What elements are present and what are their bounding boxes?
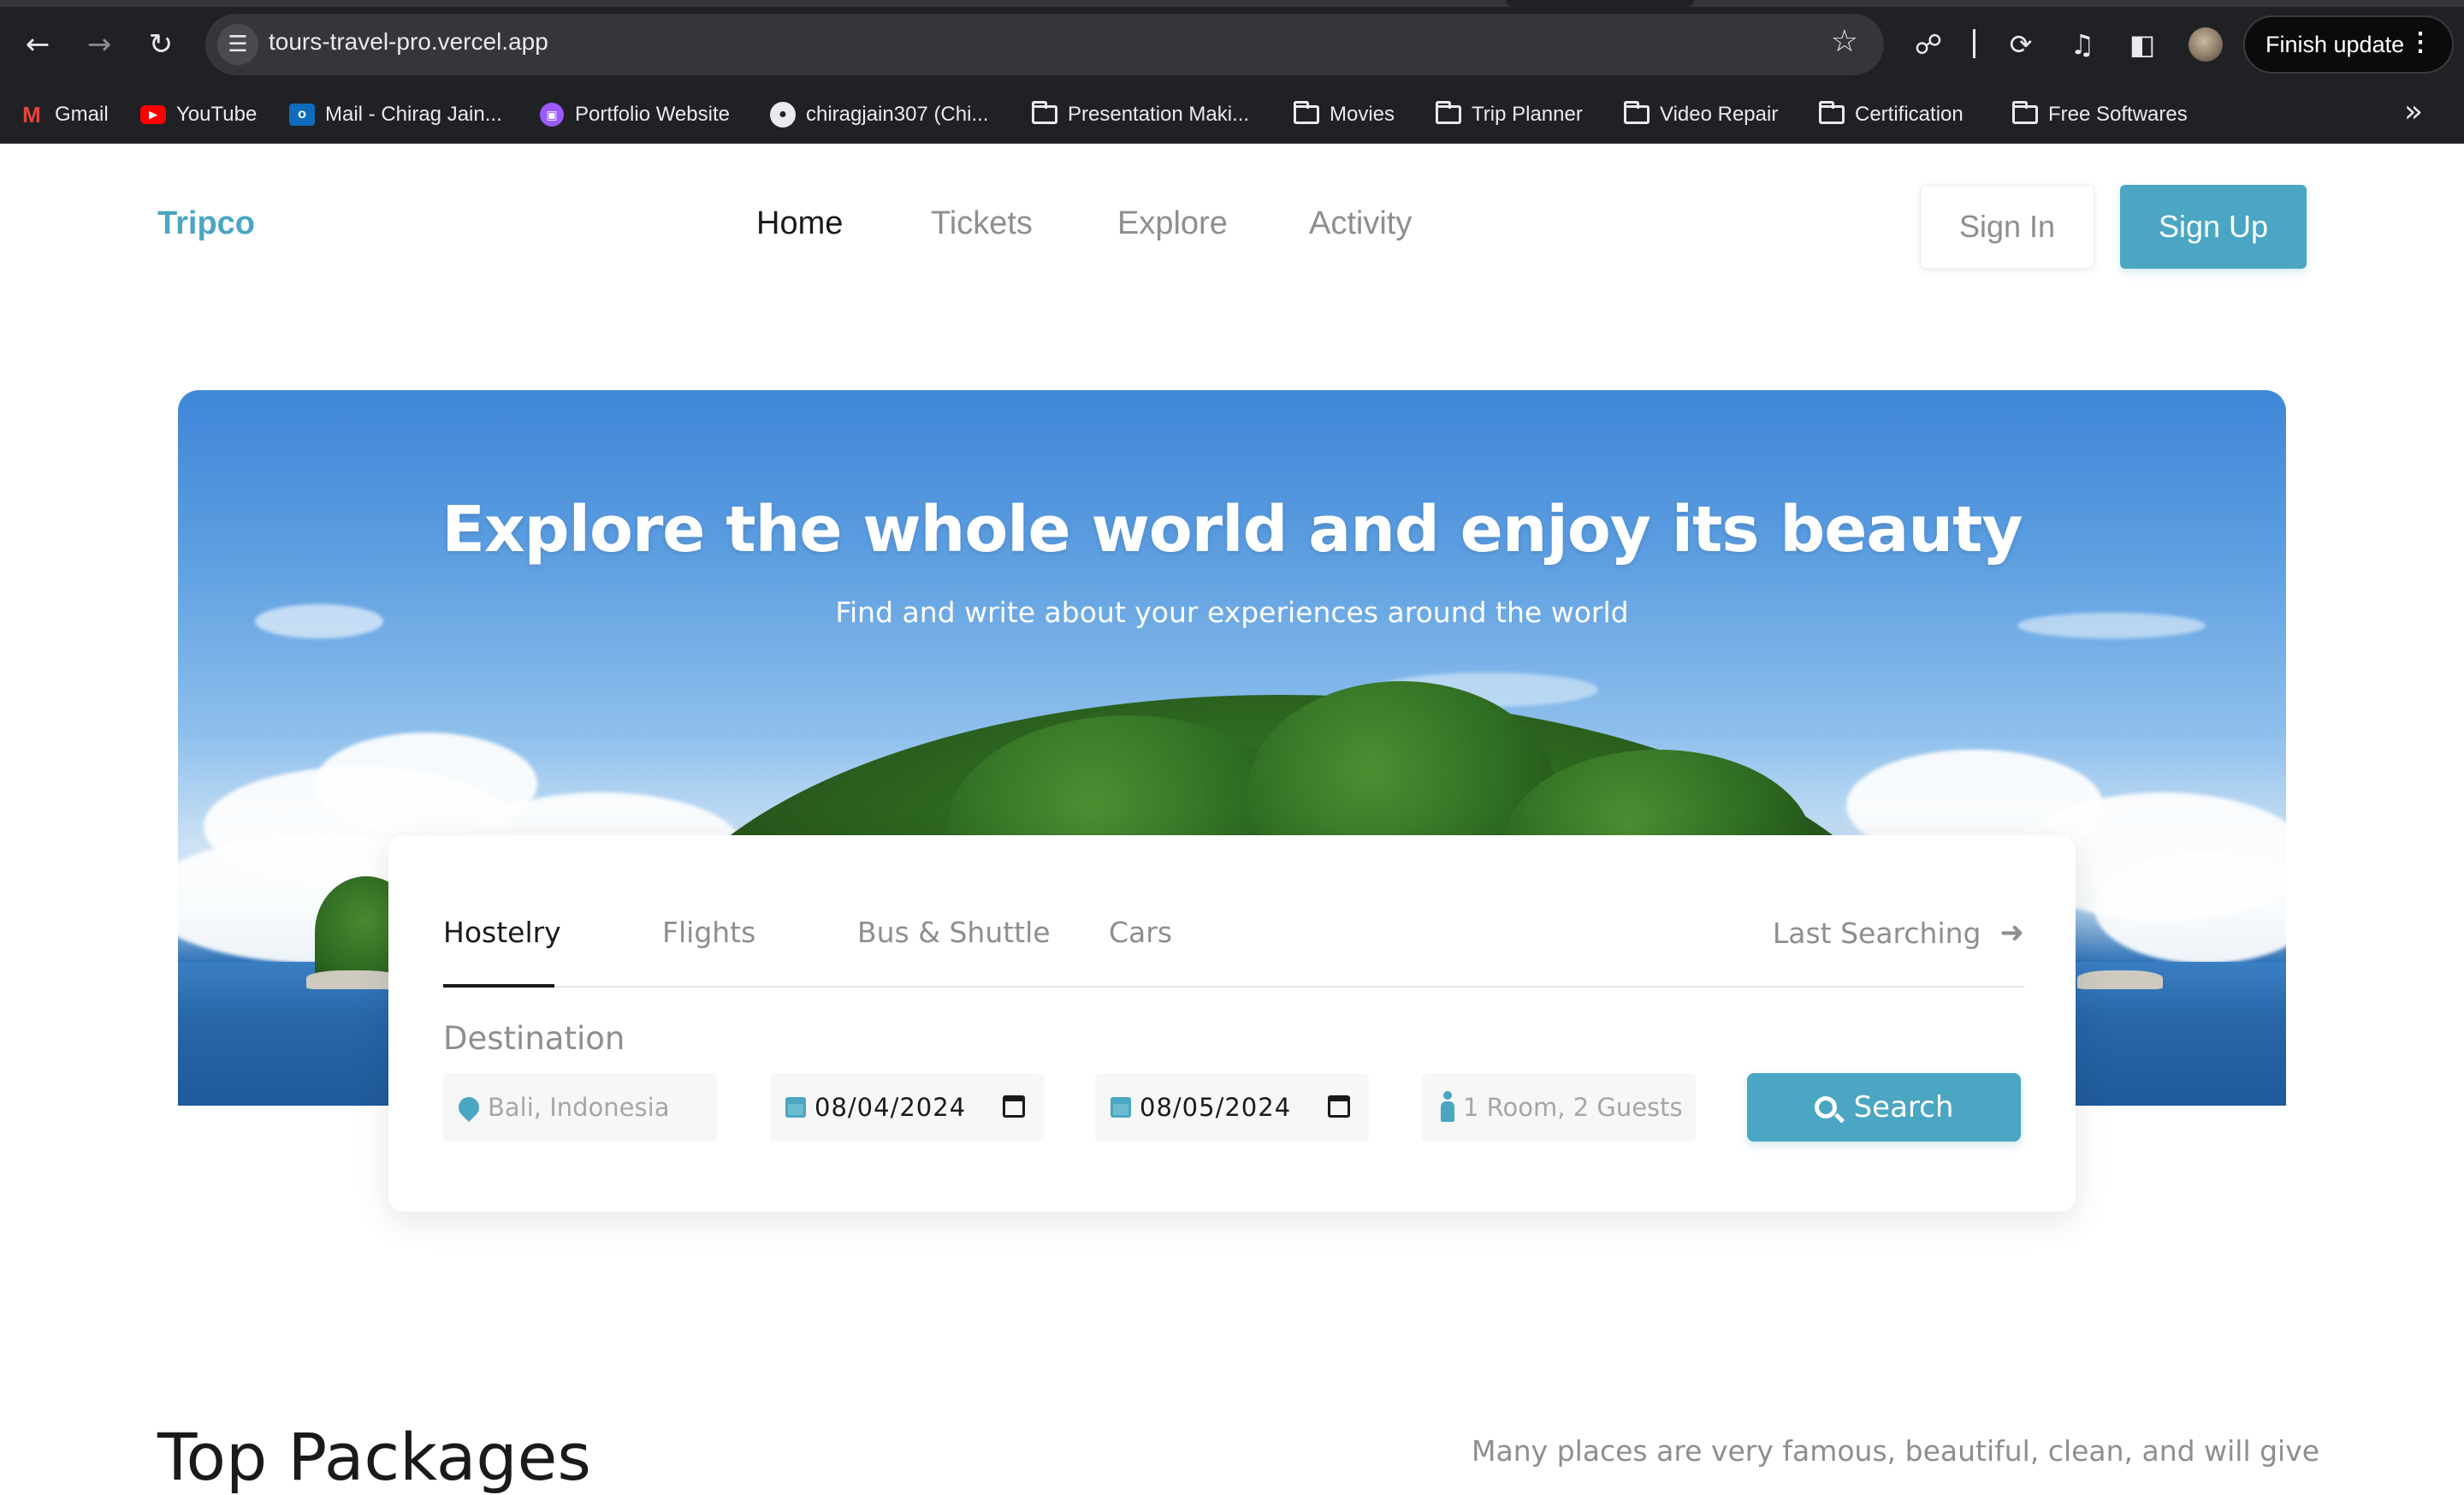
github-icon: ●: [768, 102, 797, 128]
tab-hostelry[interactable]: Hostelry: [443, 916, 561, 949]
bookmark-label: Portfolio Website: [575, 103, 730, 126]
bookmark-label: Video Repair: [1660, 103, 1779, 126]
bookmark-portfolio[interactable]: ▣ Portfolio Website: [537, 98, 730, 132]
extensions-icon[interactable]: ☍: [1906, 22, 1951, 67]
url-text[interactable]: tours-travel-pro.vercel.app: [269, 28, 548, 56]
section-title: Top Packages: [157, 1419, 592, 1495]
active-tab-underline: [443, 984, 554, 988]
checkin-date-value: 08/04/2024: [814, 1093, 967, 1122]
guests-input[interactable]: 1 Room, 2 Guests: [1422, 1073, 1696, 1142]
bookmark-folder-certification[interactable]: Certification: [1817, 98, 1964, 132]
section-description: Many places are very famous, beautiful, …: [1472, 1434, 2320, 1468]
bookmark-outlook-mail[interactable]: o Mail - Chirag Jain...: [287, 98, 502, 132]
folder-icon: [1622, 101, 1651, 128]
folder-icon: [1434, 101, 1463, 128]
person-icon: [1437, 1091, 1458, 1124]
last-searching-link[interactable]: Last Searching ➜: [1773, 916, 2024, 950]
bookmarks-bar: M Gmail ▶ YouTube o Mail - Chirag Jain..…: [0, 86, 2464, 144]
site-logo[interactable]: Tripco: [157, 205, 255, 242]
arrow-right-icon: ➜: [1999, 916, 2025, 950]
search-tabs: Hostelry Flights Bus & Shuttle Cars Last…: [443, 835, 2024, 988]
bookmark-youtube[interactable]: ▶ YouTube: [139, 98, 257, 132]
location-pin-icon: [454, 1093, 483, 1122]
bookmark-folder-video-repair[interactable]: Video Repair: [1622, 98, 1778, 132]
bookmark-folder-movies[interactable]: Movies: [1292, 98, 1395, 132]
tab-strip: [0, 0, 2464, 7]
kebab-menu-icon[interactable]: ⋮: [2408, 27, 2433, 57]
last-searching-label: Last Searching: [1772, 916, 1981, 950]
search-card: Hostelry Flights Bus & Shuttle Cars Last…: [388, 835, 2076, 1212]
sign-in-button[interactable]: Sign In: [1920, 185, 2094, 269]
destination-input[interactable]: Bali, Indonesia: [443, 1073, 717, 1142]
media-controls-icon[interactable]: ♫: [2060, 22, 2105, 67]
bookmark-label: Certification: [1855, 103, 1964, 126]
toolbar-divider: [1973, 29, 1975, 58]
address-bar[interactable]: ☰ tours-travel-pro.vercel.app ☆: [205, 14, 1884, 75]
bookmark-label: Movies: [1330, 103, 1395, 126]
portfolio-icon: ▣: [537, 102, 566, 128]
forward-arrow-icon[interactable]: →: [77, 22, 121, 67]
finish-update-label: Finish update: [2266, 31, 2405, 57]
folder-icon: [1030, 101, 1059, 128]
rocks: [2077, 970, 2163, 989]
destination-label: Destination: [443, 1020, 625, 1057]
date-picker-icon[interactable]: [1328, 1095, 1350, 1118]
reload-icon[interactable]: ↻: [139, 22, 183, 67]
browser-toolbar: ← → ↻ ☰ tours-travel-pro.vercel.app ☆ ☍ …: [0, 0, 2464, 86]
tab-cars[interactable]: Cars: [1109, 916, 1172, 949]
checkout-date-input[interactable]: 08/05/2024: [1095, 1073, 1369, 1142]
bookmark-folder-free-softwares[interactable]: Free Softwares: [2011, 98, 2188, 132]
more-bookmarks-icon[interactable]: »: [2404, 94, 2423, 129]
sign-up-button[interactable]: Sign Up: [2120, 185, 2307, 269]
bookmark-gmail[interactable]: M Gmail: [17, 98, 109, 132]
nav-tickets[interactable]: Tickets: [931, 205, 1033, 242]
site-settings-icon[interactable]: ☰: [217, 24, 258, 65]
nav-explore[interactable]: Explore: [1117, 205, 1228, 242]
bookmark-label: Free Softwares: [2048, 103, 2188, 126]
bookmark-label: Presentation Maki...: [1068, 103, 1250, 126]
bookmark-label: Trip Planner: [1472, 103, 1583, 126]
guests-placeholder: 1 Room, 2 Guests: [1463, 1093, 1683, 1122]
active-tab-edge[interactable]: [1506, 0, 1694, 7]
bookmark-label: Gmail: [55, 103, 109, 126]
destination-placeholder: Bali, Indonesia: [488, 1093, 670, 1122]
folder-icon: [1817, 101, 1846, 128]
bookmark-star-icon[interactable]: ☆: [1831, 24, 1858, 59]
checkout-date-value: 08/05/2024: [1140, 1093, 1292, 1122]
search-button-label: Search: [1853, 1090, 1954, 1124]
nav-activity[interactable]: Activity: [1309, 205, 1412, 242]
search-button[interactable]: Search: [1747, 1073, 2021, 1142]
back-arrow-icon[interactable]: ←: [15, 22, 60, 67]
web-page: Tripco Home Tickets Explore Activity Sig…: [0, 144, 2464, 1495]
calendar-icon: [1111, 1097, 1131, 1118]
bookmark-label: YouTube: [176, 103, 258, 126]
hero-subtitle: Find and write about your experiences ar…: [835, 596, 1629, 629]
gmail-icon: M: [22, 101, 41, 128]
bookmark-github[interactable]: ● chiragjain307 (Chi...: [768, 98, 988, 132]
finish-update-button[interactable]: Finish update ⋮: [2243, 15, 2454, 74]
folder-icon: [2011, 101, 2040, 128]
date-picker-icon[interactable]: [1003, 1095, 1025, 1118]
hero-title: Explore the whole world and enjoy its be…: [441, 493, 2023, 567]
bookmark-label: Mail - Chirag Jain...: [325, 103, 502, 126]
search-icon: [1814, 1096, 1837, 1118]
outlook-icon: o: [287, 102, 317, 128]
youtube-icon: ▶: [139, 102, 168, 128]
bookmark-folder-presentation[interactable]: Presentation Maki...: [1030, 98, 1249, 132]
tab-bus-shuttle[interactable]: Bus & Shuttle: [857, 916, 1051, 949]
side-panel-icon[interactable]: ◧: [2120, 22, 2165, 67]
calendar-icon: [785, 1097, 806, 1118]
folder-icon: [1292, 101, 1321, 128]
rocks: [306, 970, 400, 989]
tab-flights[interactable]: Flights: [662, 916, 755, 949]
bookmark-folder-trip-planner[interactable]: Trip Planner: [1434, 98, 1583, 132]
bookmark-label: chiragjain307 (Chi...: [806, 103, 989, 126]
performance-icon[interactable]: ⟳: [1999, 22, 2043, 67]
nav-home[interactable]: Home: [756, 205, 843, 242]
checkin-date-input[interactable]: 08/04/2024: [770, 1073, 1044, 1142]
profile-avatar[interactable]: [2189, 27, 2223, 62]
